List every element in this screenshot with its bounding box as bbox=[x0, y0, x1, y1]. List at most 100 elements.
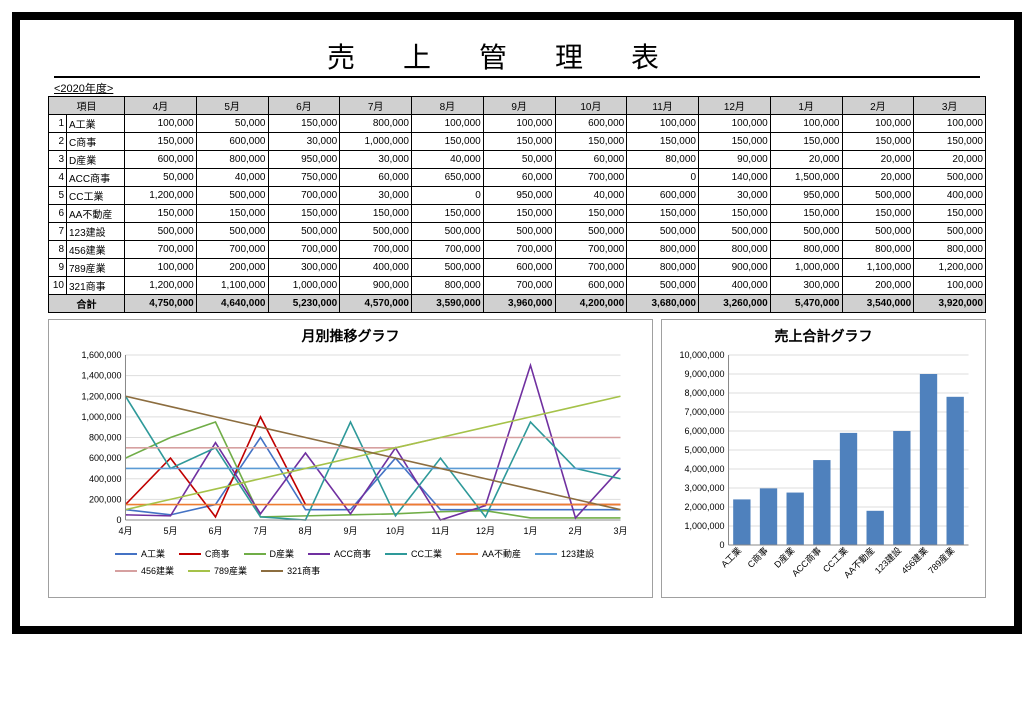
cell-value: 800,000 bbox=[196, 151, 268, 169]
cell-value: 900,000 bbox=[340, 277, 412, 295]
total-cell: 3,960,000 bbox=[483, 295, 555, 313]
cell-value: 150,000 bbox=[555, 133, 627, 151]
cell-value: 100,000 bbox=[483, 115, 555, 133]
svg-text:5,000,000: 5,000,000 bbox=[684, 445, 724, 455]
svg-text:8,000,000: 8,000,000 bbox=[684, 388, 724, 398]
total-cell: 4,640,000 bbox=[196, 295, 268, 313]
svg-text:1,200,000: 1,200,000 bbox=[81, 391, 121, 401]
cell-value: 950,000 bbox=[483, 187, 555, 205]
cell-value: 1,000,000 bbox=[770, 259, 842, 277]
cell-value: 500,000 bbox=[268, 223, 340, 241]
cell-value: 500,000 bbox=[340, 223, 412, 241]
col-header-month: 12月 bbox=[699, 97, 771, 115]
row-name: CC工業 bbox=[67, 187, 125, 205]
row-index: 7 bbox=[49, 223, 67, 241]
cell-value: 30,000 bbox=[699, 187, 771, 205]
legend-label: 123建設 bbox=[561, 547, 594, 560]
total-cell: 4,750,000 bbox=[125, 295, 197, 313]
cell-value: 500,000 bbox=[770, 223, 842, 241]
svg-text:1月: 1月 bbox=[523, 526, 537, 536]
svg-text:2,000,000: 2,000,000 bbox=[684, 502, 724, 512]
svg-text:0: 0 bbox=[116, 515, 121, 525]
svg-text:6月: 6月 bbox=[208, 526, 222, 536]
svg-text:3月: 3月 bbox=[613, 526, 627, 536]
svg-text:1,000,000: 1,000,000 bbox=[684, 521, 724, 531]
svg-text:3,000,000: 3,000,000 bbox=[684, 483, 724, 493]
cell-value: 150,000 bbox=[412, 205, 484, 223]
total-cell: 3,590,000 bbox=[412, 295, 484, 313]
cell-value: 150,000 bbox=[268, 205, 340, 223]
svg-text:C商事: C商事 bbox=[745, 545, 770, 570]
total-cell: 3,540,000 bbox=[842, 295, 914, 313]
row-name: 321商事 bbox=[67, 277, 125, 295]
row-name: D産業 bbox=[67, 151, 125, 169]
svg-text:5月: 5月 bbox=[163, 526, 177, 536]
cell-value: 90,000 bbox=[699, 151, 771, 169]
cell-value: 700,000 bbox=[483, 241, 555, 259]
cell-value: 150,000 bbox=[627, 205, 699, 223]
page-title: 売上管理表 bbox=[54, 36, 980, 78]
cell-value: 140,000 bbox=[699, 169, 771, 187]
cell-value: 800,000 bbox=[842, 241, 914, 259]
legend-label: AA不動産 bbox=[482, 547, 521, 560]
col-header-item: 項目 bbox=[49, 97, 125, 115]
svg-text:789産業: 789産業 bbox=[925, 545, 956, 576]
cell-value: 700,000 bbox=[268, 187, 340, 205]
cell-value: 50,000 bbox=[483, 151, 555, 169]
cell-value: 500,000 bbox=[627, 277, 699, 295]
cell-value: 300,000 bbox=[268, 259, 340, 277]
cell-value: 80,000 bbox=[627, 151, 699, 169]
col-header-month: 11月 bbox=[627, 97, 699, 115]
cell-value: 150,000 bbox=[483, 205, 555, 223]
svg-text:12月: 12月 bbox=[476, 526, 495, 536]
cell-value: 150,000 bbox=[340, 205, 412, 223]
row-index: 8 bbox=[49, 241, 67, 259]
cell-value: 500,000 bbox=[842, 223, 914, 241]
cell-value: 750,000 bbox=[268, 169, 340, 187]
row-index: 10 bbox=[49, 277, 67, 295]
cell-value: 60,000 bbox=[340, 169, 412, 187]
svg-text:200,000: 200,000 bbox=[89, 494, 122, 504]
cell-value: 1,100,000 bbox=[196, 277, 268, 295]
cell-value: 20,000 bbox=[842, 169, 914, 187]
cell-value: 800,000 bbox=[770, 241, 842, 259]
cell-value: 700,000 bbox=[483, 277, 555, 295]
cell-value: 150,000 bbox=[770, 133, 842, 151]
cell-value: 800,000 bbox=[340, 115, 412, 133]
cell-value: 700,000 bbox=[412, 241, 484, 259]
svg-text:456建業: 456建業 bbox=[899, 545, 930, 576]
cell-value: 150,000 bbox=[770, 205, 842, 223]
cell-value: 60,000 bbox=[483, 169, 555, 187]
col-header-month: 10月 bbox=[555, 97, 627, 115]
cell-value: 500,000 bbox=[842, 187, 914, 205]
cell-value: 100,000 bbox=[125, 259, 197, 277]
col-header-month: 7月 bbox=[340, 97, 412, 115]
cell-value: 500,000 bbox=[555, 223, 627, 241]
legend-item: 321商事 bbox=[261, 564, 320, 577]
legend-item: C商事 bbox=[179, 547, 230, 560]
cell-value: 1,000,000 bbox=[340, 133, 412, 151]
table-row: 5 CC工業 1,200,000500,000700,00030,0000950… bbox=[49, 187, 986, 205]
svg-text:400,000: 400,000 bbox=[89, 474, 122, 484]
legend-swatch bbox=[188, 570, 210, 572]
cell-value: 700,000 bbox=[268, 241, 340, 259]
cell-value: 100,000 bbox=[412, 115, 484, 133]
row-index: 1 bbox=[49, 115, 67, 133]
cell-value: 800,000 bbox=[914, 241, 986, 259]
cell-value: 0 bbox=[412, 187, 484, 205]
cell-value: 800,000 bbox=[627, 259, 699, 277]
col-header-month: 4月 bbox=[125, 97, 197, 115]
cell-value: 100,000 bbox=[627, 115, 699, 133]
cell-value: 150,000 bbox=[842, 205, 914, 223]
cell-value: 150,000 bbox=[914, 205, 986, 223]
svg-text:4月: 4月 bbox=[118, 526, 132, 536]
table-row: 10 321商事 1,200,0001,100,0001,000,000900,… bbox=[49, 277, 986, 295]
legend-label: A工業 bbox=[141, 547, 165, 560]
table-row: 8 456建業 700,000700,000700,000700,000700,… bbox=[49, 241, 986, 259]
svg-text:9月: 9月 bbox=[343, 526, 357, 536]
cell-value: 700,000 bbox=[555, 259, 627, 277]
legend-swatch bbox=[244, 553, 266, 555]
svg-text:10,000,000: 10,000,000 bbox=[679, 350, 724, 360]
cell-value: 500,000 bbox=[914, 223, 986, 241]
cell-value: 100,000 bbox=[125, 115, 197, 133]
